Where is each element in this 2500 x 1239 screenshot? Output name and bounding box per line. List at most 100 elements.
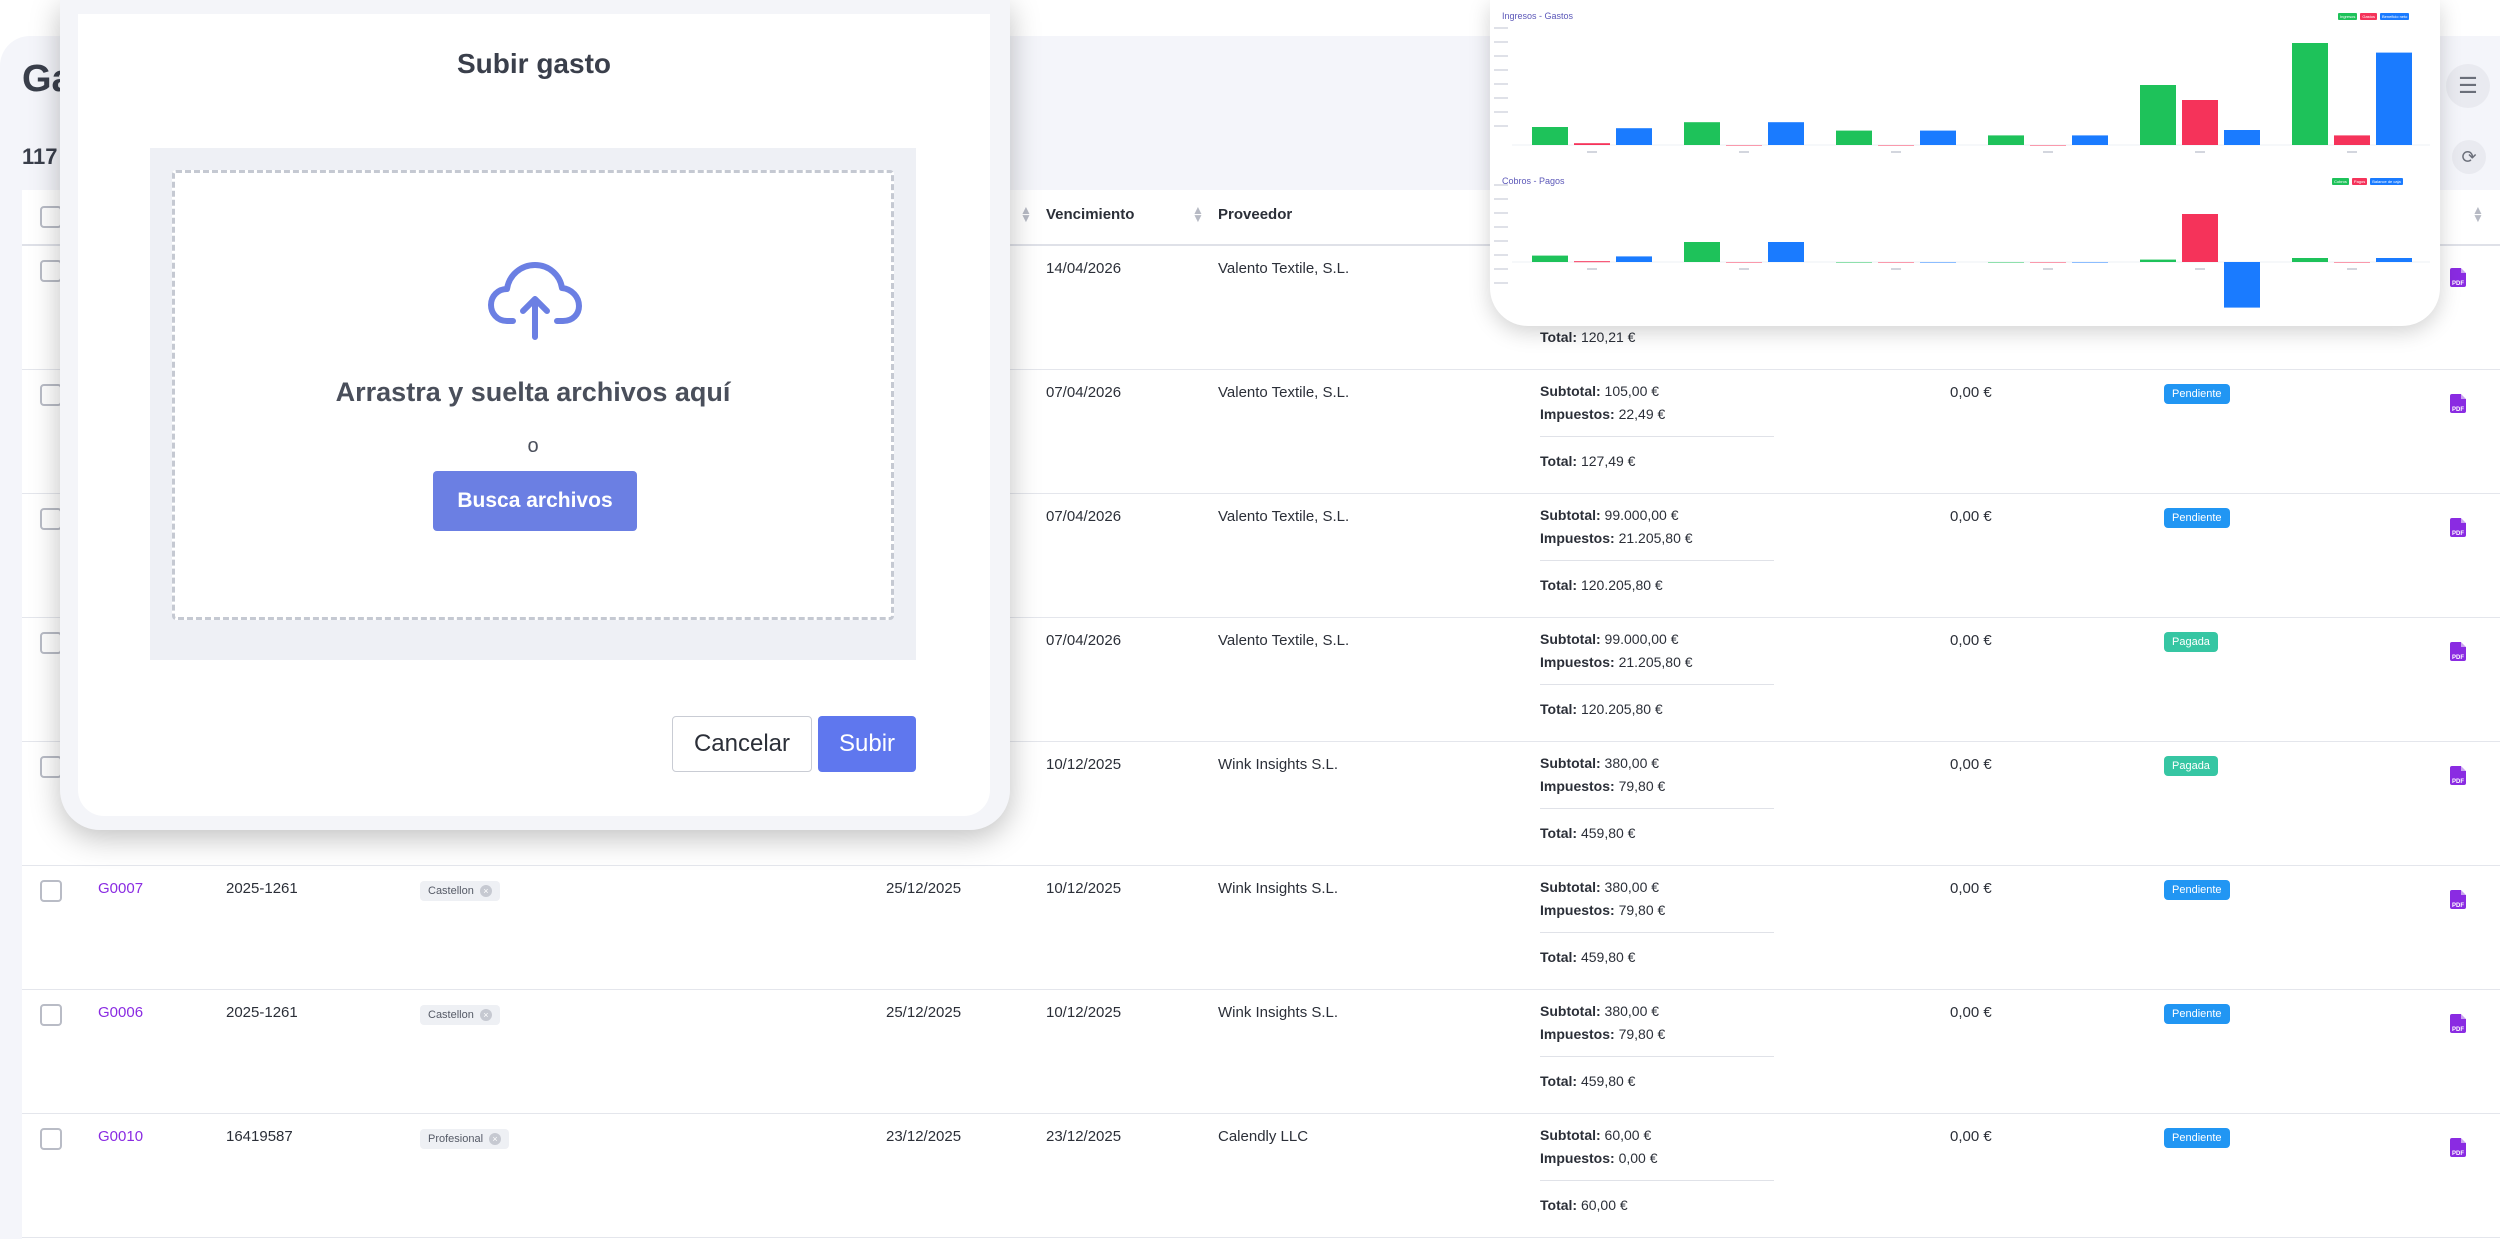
pdf-icon-label: PDF <box>2452 281 2464 287</box>
remove-tag-icon[interactable]: × <box>489 1133 502 1145</box>
header-proveedor[interactable]: Proveedor <box>1218 206 1292 223</box>
row-checkbox[interactable] <box>40 1004 62 1026</box>
taxes-value: 79,80 € <box>1618 1026 1666 1042</box>
bar-ingresos[interactable] <box>1988 135 2024 145</box>
category-tag: Castellon × <box>420 881 500 901</box>
x-tick <box>2195 268 2205 270</box>
pdf-icon[interactable]: PDF <box>2450 394 2466 413</box>
select-all-checkbox[interactable] <box>40 206 62 228</box>
pdf-icon[interactable]: PDF <box>2450 642 2466 661</box>
modal-body: Subir gasto Arrastra y suelta archivos a… <box>78 14 990 816</box>
filter-button[interactable]: ☰ <box>2446 64 2490 108</box>
sort-icon[interactable]: ▲ ▼ <box>1020 204 1032 224</box>
row-checkbox[interactable] <box>40 1128 62 1150</box>
bar-ingresos[interactable] <box>1836 130 1872 145</box>
expense-code-link[interactable]: G0006 <box>98 1004 143 1021</box>
bar-gastos[interactable] <box>1878 145 1914 146</box>
total-value: 120.205,80 € <box>1580 577 1663 593</box>
bar-beneficio-neto[interactable] <box>1768 122 1804 145</box>
cloud-upload-icon <box>488 262 582 340</box>
bar-cobros[interactable] <box>1988 262 2024 263</box>
taxes-value: 0,00 € <box>1618 1150 1658 1166</box>
pdf-icon[interactable]: PDF <box>2450 1014 2466 1033</box>
taxes-value: 21.205,80 € <box>1618 654 1693 670</box>
remove-tag-icon[interactable]: × <box>479 885 492 897</box>
browse-files-button[interactable]: Busca archivos <box>433 471 637 531</box>
bar-beneficio-neto[interactable] <box>1616 128 1652 145</box>
bar-cobros[interactable] <box>1836 262 1872 263</box>
subtotal-label: Subtotal: <box>1540 631 1601 647</box>
sort-icon[interactable]: ▲ ▼ <box>2472 204 2484 224</box>
pdf-icon[interactable]: PDF <box>2450 1138 2466 1157</box>
taxes-label: Impuestos: <box>1540 530 1615 546</box>
cancel-button[interactable]: Cancelar <box>672 716 812 772</box>
bar-pagos[interactable] <box>2030 262 2066 263</box>
row-checkbox[interactable] <box>40 632 62 654</box>
total-line: Total: 120.205,80 € <box>1540 698 1663 721</box>
x-tick <box>2043 151 2053 153</box>
bar-balance-de-caja[interactable] <box>1616 256 1652 262</box>
expense-code-link[interactable]: G0007 <box>98 880 143 897</box>
row-checkbox[interactable] <box>40 508 62 530</box>
remove-tag-icon[interactable]: × <box>479 1009 492 1021</box>
bar-beneficio-neto[interactable] <box>2224 130 2260 145</box>
submit-button[interactable]: Subir <box>818 716 916 772</box>
bar-gastos[interactable] <box>1574 143 1610 145</box>
subtotal-value: 60,00 € <box>1604 1127 1652 1143</box>
bar-beneficio-neto[interactable] <box>2376 52 2412 145</box>
dropzone[interactable]: Arrastra y suelta archivos aquí o Busca … <box>172 170 894 620</box>
sort-icon[interactable]: ▲ ▼ <box>1192 204 1204 224</box>
y-tick <box>1494 41 1508 43</box>
pdf-icon[interactable]: PDF <box>2450 766 2466 785</box>
pdf-icon-label: PDF <box>2452 1027 2464 1033</box>
bar-balance-de-caja[interactable] <box>2376 258 2412 262</box>
bar-cobros[interactable] <box>1532 255 1568 262</box>
expense-code-link[interactable]: G0010 <box>98 1128 143 1145</box>
bar-beneficio-neto[interactable] <box>2072 135 2108 145</box>
row-checkbox[interactable] <box>40 384 62 406</box>
pdf-icon[interactable]: PDF <box>2450 268 2466 287</box>
paid-amount: 0,00 € <box>1950 756 1992 773</box>
row-checkbox[interactable] <box>40 756 62 778</box>
row-checkbox[interactable] <box>40 260 62 282</box>
total-label: Total: <box>1540 825 1578 841</box>
bar-balance-de-caja[interactable] <box>2224 262 2260 308</box>
pdf-icon[interactable]: PDF <box>2450 518 2466 537</box>
x-tick <box>2347 151 2357 153</box>
bar-cobros[interactable] <box>2140 259 2176 262</box>
bar-gastos[interactable] <box>2182 100 2218 145</box>
bar-balance-de-caja[interactable] <box>1920 262 1956 263</box>
table-row[interactable]: G0006 2025-1261 Castellon × 25/12/2025 10/12/… <box>22 990 2500 1114</box>
bar-beneficio-neto[interactable] <box>1920 130 1956 145</box>
status-badge: Pagada <box>2164 756 2218 776</box>
bar-gastos[interactable] <box>2030 145 2066 146</box>
bar-cobros[interactable] <box>2292 258 2328 262</box>
subtotal-line: Subtotal: 99.000,00 € <box>1540 504 1679 527</box>
pdf-icon[interactable]: PDF <box>2450 890 2466 909</box>
bar-pagos[interactable] <box>1726 262 1762 263</box>
table-row[interactable]: G0010 16419587 Profesional × 23/12/2025 23/12… <box>22 1114 2500 1238</box>
bar-pagos[interactable] <box>2334 262 2370 263</box>
bar-ingresos[interactable] <box>2292 43 2328 145</box>
header-vencimiento[interactable]: Vencimiento <box>1046 206 1134 223</box>
bar-ingresos[interactable] <box>1684 122 1720 145</box>
bar-ingresos[interactable] <box>1532 127 1568 145</box>
bar-gastos[interactable] <box>2334 135 2370 145</box>
taxes-line: Impuestos: 79,80 € <box>1540 775 1665 798</box>
bar-balance-de-caja[interactable] <box>1768 242 1804 262</box>
bar-cobros[interactable] <box>1684 242 1720 262</box>
bar-gastos[interactable] <box>1726 145 1762 146</box>
due-date: 10/12/2025 <box>1046 756 1122 773</box>
status-badge: Pendiente <box>2164 508 2230 528</box>
bar-balance-de-caja[interactable] <box>2072 262 2108 263</box>
table-row[interactable]: G0007 2025-1261 Castellon × 25/12/2025 10/12/… <box>22 866 2500 990</box>
bar-pagos[interactable] <box>2182 214 2218 262</box>
taxes-value: 79,80 € <box>1618 778 1666 794</box>
refresh-button[interactable]: ⟳ <box>2452 140 2486 174</box>
bar-ingresos[interactable] <box>2140 85 2176 145</box>
row-checkbox[interactable] <box>40 880 62 902</box>
bar-pagos[interactable] <box>1574 261 1610 263</box>
bar-pagos[interactable] <box>1878 262 1914 263</box>
taxes-label: Impuestos: <box>1540 1150 1615 1166</box>
dropzone-container: Arrastra y suelta archivos aquí o Busca … <box>150 148 916 660</box>
